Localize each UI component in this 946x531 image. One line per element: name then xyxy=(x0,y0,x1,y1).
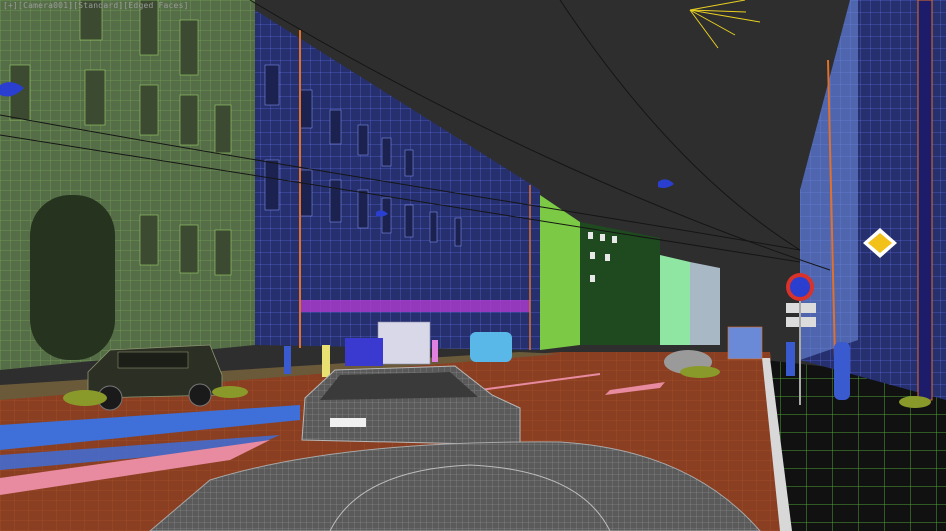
blue-van[interactable] xyxy=(345,338,383,366)
building-left-arch xyxy=(30,195,115,360)
cyan-vehicle[interactable] xyxy=(470,332,512,362)
viewport-label[interactable]: [+][Camera001][Standard][Edged Faces] xyxy=(3,1,189,10)
3d-viewport[interactable]: [+][Camera001][Standard][Edged Faces] xyxy=(0,0,946,531)
building-right-pillar xyxy=(917,0,933,401)
building-pale-green xyxy=(660,255,690,345)
building-distant xyxy=(690,262,720,345)
scene-render[interactable] xyxy=(0,0,946,531)
shop-strip xyxy=(300,300,530,312)
white-truck[interactable] xyxy=(377,321,431,365)
building-dark-green[interactable] xyxy=(580,222,660,345)
bus-distant[interactable] xyxy=(727,326,763,360)
building-mid-green[interactable] xyxy=(540,195,580,350)
